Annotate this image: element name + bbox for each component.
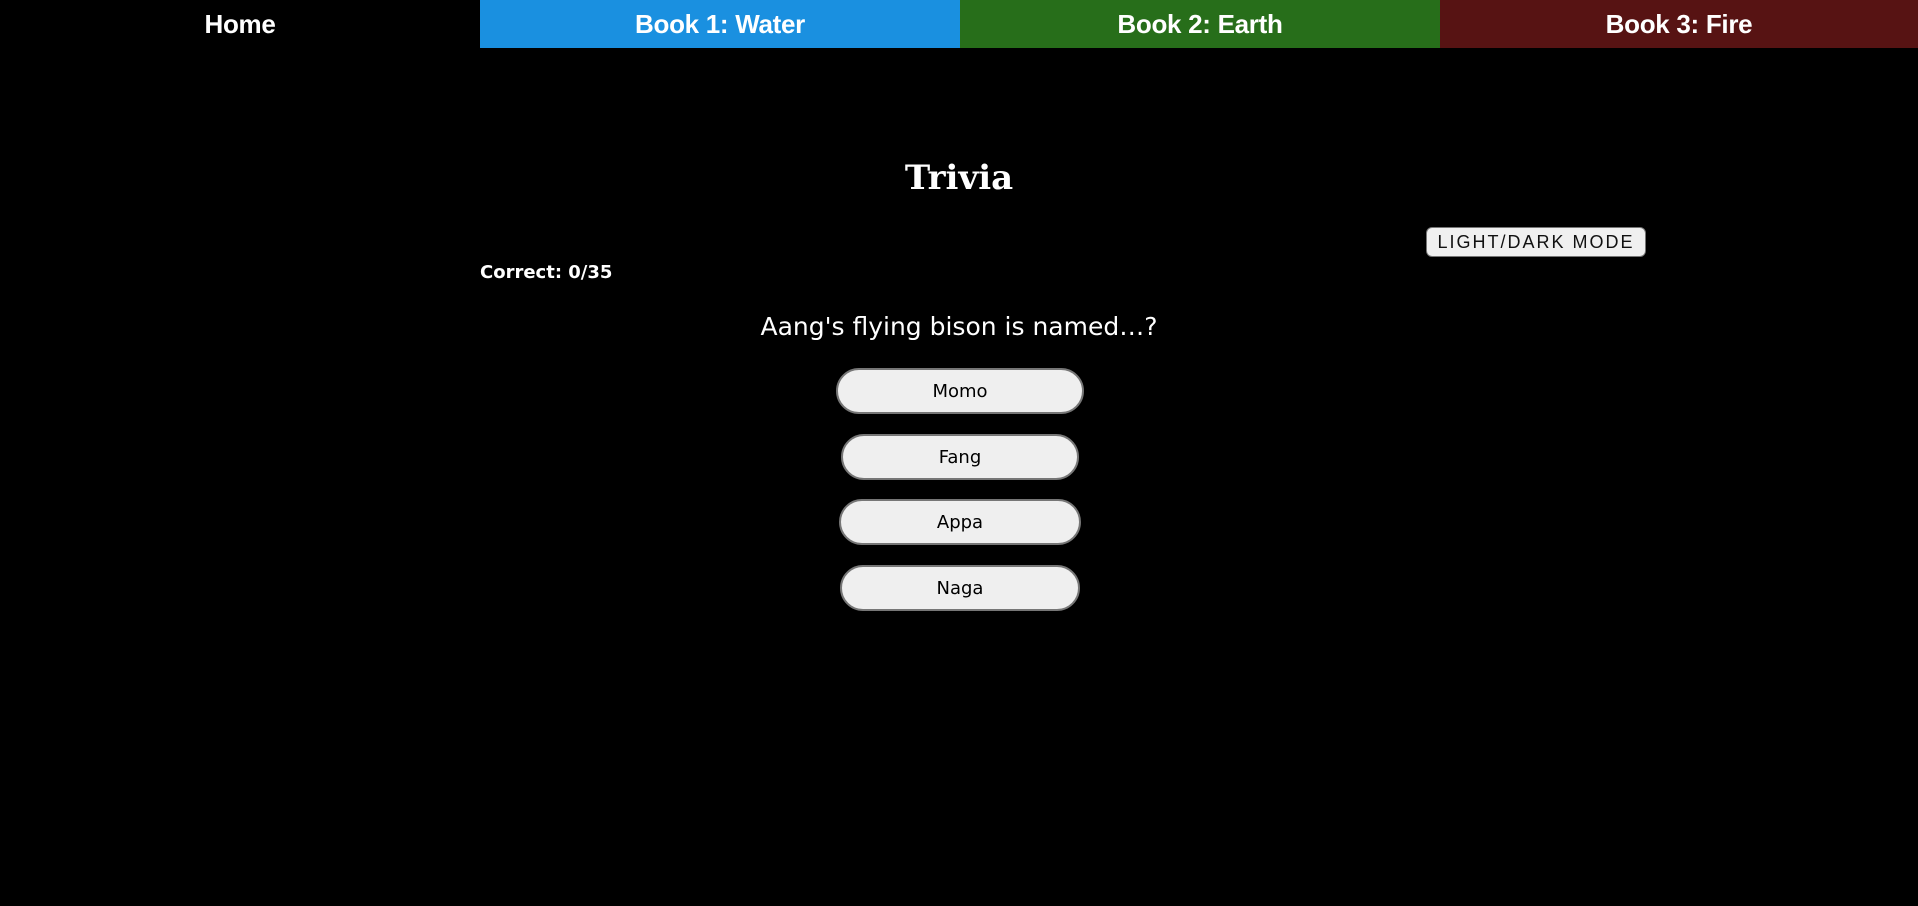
answer-button-fang[interactable]: Fang xyxy=(841,434,1079,480)
nav-tab-book-2-earth[interactable]: Book 2: Earth xyxy=(960,0,1440,48)
page-title: Trivia xyxy=(904,158,1014,198)
answer-button-appa[interactable]: Appa xyxy=(839,499,1081,545)
trivia-question: Aang's flying bison is named…? xyxy=(760,312,1158,341)
score-counter: Correct: 0/35 xyxy=(480,262,613,283)
nav-tab-book-1-water[interactable]: Book 1: Water xyxy=(480,0,960,48)
light-dark-mode-button[interactable]: LIGHT/DARK MODE xyxy=(1426,227,1646,257)
answer-button-naga[interactable]: Naga xyxy=(840,565,1080,611)
answer-button-momo[interactable]: Momo xyxy=(836,368,1084,414)
main-navigation: Home Book 1: Water Book 2: Earth Book 3:… xyxy=(0,0,1918,48)
nav-tab-home[interactable]: Home xyxy=(0,0,480,48)
nav-tab-book-3-fire[interactable]: Book 3: Fire xyxy=(1440,0,1918,48)
